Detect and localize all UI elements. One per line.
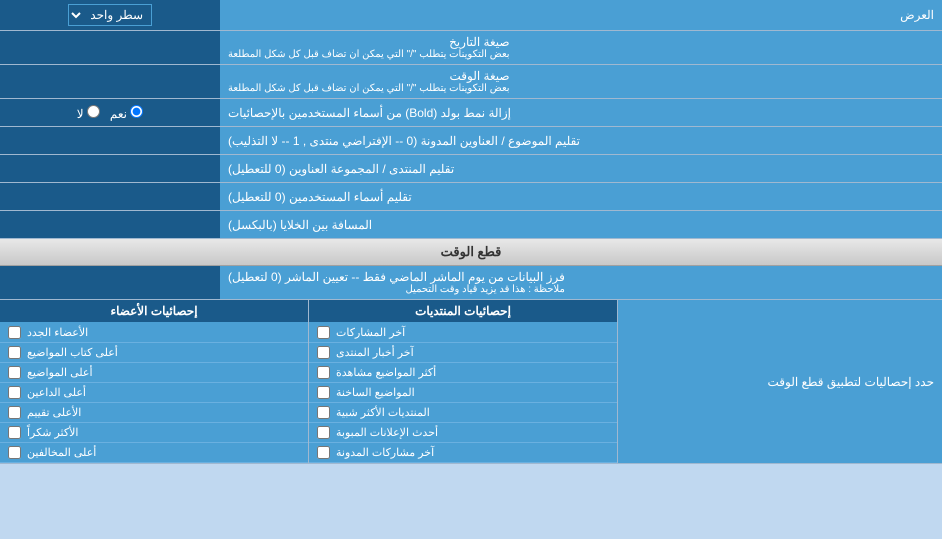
stats-checkbox-mukhalifeen[interactable] bbox=[8, 446, 21, 459]
stats-item: آخر أخبار المنتدى bbox=[309, 343, 617, 363]
date-format-label: صيغة التاريخ بعض التكوينات يتطلب "/" الت… bbox=[220, 31, 942, 64]
stats-item: أعلى المخالفين bbox=[0, 443, 308, 463]
stats-checkbox-shukran[interactable] bbox=[8, 426, 21, 439]
forum-group-trim-label: تقليم المنتدى / المجموعة العناوين (0 للت… bbox=[220, 155, 942, 182]
stats-section: حدد إحصاليات لتطبيق قطع الوقت إحصائيات ا… bbox=[0, 300, 942, 464]
time-format-row: صيغة الوقت بعض التكوينات يتطلب "/" التي … bbox=[0, 65, 942, 99]
stats-checkbox-katab[interactable] bbox=[8, 346, 21, 359]
time-format-label: صيغة الوقت بعض التكوينات يتطلب "/" التي … bbox=[220, 65, 942, 98]
stats-apply-text: حدد إحصاليات لتطبيق قطع الوقت bbox=[768, 375, 935, 389]
stats-checkbox-daain[interactable] bbox=[8, 386, 21, 399]
time-format-input-container: H:i bbox=[0, 65, 220, 98]
stats-checkbox-mawadhi-sakhna[interactable] bbox=[317, 386, 330, 399]
stats-checkbox-akhbar-muntada[interactable] bbox=[317, 346, 330, 359]
cut-time-input-container: 0 bbox=[0, 266, 220, 299]
forum-group-trim-row: تقليم المنتدى / المجموعة العناوين (0 للت… bbox=[0, 155, 942, 183]
stats-item: الأعلى تقييم bbox=[0, 403, 308, 423]
cut-time-value-label: فرز البيانات من يوم الماشر الماضي فقط --… bbox=[220, 266, 942, 299]
stats-item: أعلى كتاب المواضيع bbox=[0, 343, 308, 363]
date-format-row: صيغة التاريخ بعض التكوينات يتطلب "/" الت… bbox=[0, 31, 942, 65]
cut-time-section-header: قطع الوقت bbox=[0, 239, 942, 266]
stats-checkbox-mawadhi-aala[interactable] bbox=[8, 366, 21, 379]
forum-title-trim-input-container: 33 bbox=[0, 127, 220, 154]
stats-item: الأعضاء الجدد bbox=[0, 323, 308, 343]
stats-checkbox-muntadiaat-shabia[interactable] bbox=[317, 406, 330, 419]
forum-title-trim-input[interactable]: 33 bbox=[6, 134, 214, 148]
forum-group-trim-input-container: 33 bbox=[0, 155, 220, 182]
users-trim-input[interactable]: 0 bbox=[6, 190, 214, 204]
stats-item: المنتديات الأكثر شبية bbox=[309, 403, 617, 423]
stats-checkbox-ilanat[interactable] bbox=[317, 426, 330, 439]
header-row: العرض سطر واحد سطران ثلاثة أسطر bbox=[0, 0, 942, 31]
stats-item: أحدث الإعلانات المبوبة bbox=[309, 423, 617, 443]
stats-item: أكثر المواضيع مشاهدة bbox=[309, 363, 617, 383]
bold-remove-label: إزالة نمط بولد (Bold) من أسماء المستخدمي… bbox=[220, 99, 942, 126]
stats-item: الأكثر شكراً bbox=[0, 423, 308, 443]
stats-checkbox-udaa-jodod[interactable] bbox=[8, 326, 21, 339]
stats-checkbox-mudawwana[interactable] bbox=[317, 446, 330, 459]
stats-member-header: إحصائيات الأعضاء bbox=[0, 300, 308, 323]
stats-item: أعلى الداعين bbox=[0, 383, 308, 403]
date-format-input[interactable]: d-m bbox=[6, 41, 214, 55]
stats-checkbox-aktar-mushahada[interactable] bbox=[317, 366, 330, 379]
users-trim-label: تقليم أسماء المستخدمين (0 للتعطيل) bbox=[220, 183, 942, 210]
stats-checkbox-taqyeem[interactable] bbox=[8, 406, 21, 419]
bold-remove-input-container: نعم لا bbox=[0, 99, 220, 126]
stats-member-col: إحصائيات الأعضاء الأعضاء الجدد أعلى كتاب… bbox=[0, 300, 308, 463]
cell-spacing-input[interactable]: 2 bbox=[6, 218, 214, 232]
users-trim-input-container: 0 bbox=[0, 183, 220, 210]
bold-no-label: لا bbox=[77, 105, 100, 121]
stats-forum-items: آخر المشاركات آخر أخبار المنتدى أكثر الم… bbox=[309, 323, 617, 463]
stats-forum-col: إحصائيات المنتديات آخر المشاركات آخر أخب… bbox=[308, 300, 617, 463]
date-format-input-container: d-m bbox=[0, 31, 220, 64]
forum-group-trim-input[interactable]: 33 bbox=[6, 162, 214, 176]
stats-forum-header: إحصائيات المنتديات bbox=[309, 300, 617, 323]
main-container: العرض سطر واحد سطران ثلاثة أسطر صيغة الت… bbox=[0, 0, 942, 464]
cut-time-header-text: قطع الوقت bbox=[441, 244, 502, 259]
display-mode-select[interactable]: سطر واحد سطران ثلاثة أسطر bbox=[68, 4, 152, 26]
stats-checkbox-akhir-musharkaat[interactable] bbox=[317, 326, 330, 339]
stats-item: أعلى المواضيع bbox=[0, 363, 308, 383]
bold-no-radio[interactable] bbox=[87, 105, 100, 118]
cut-time-input[interactable]: 0 bbox=[6, 276, 214, 290]
stats-item: آخر المشاركات bbox=[309, 323, 617, 343]
users-trim-row: تقليم أسماء المستخدمين (0 للتعطيل) 0 bbox=[0, 183, 942, 211]
stats-item: آخر مشاركات المدونة bbox=[309, 443, 617, 463]
stats-member-items: الأعضاء الجدد أعلى كتاب المواضيع أعلى ال… bbox=[0, 323, 308, 463]
bold-yes-radio[interactable] bbox=[130, 105, 143, 118]
bold-yes-label: نعم bbox=[110, 105, 143, 121]
header-label: العرض bbox=[220, 4, 942, 26]
cell-spacing-input-container: 2 bbox=[0, 211, 220, 238]
forum-title-trim-label: تقليم الموضوع / العناوين المدونة (0 -- ا… bbox=[220, 127, 942, 154]
bold-radio-group: نعم لا bbox=[77, 105, 144, 121]
display-mode-container: سطر واحد سطران ثلاثة أسطر bbox=[0, 0, 220, 30]
stats-item: المواضيع الساخنة bbox=[309, 383, 617, 403]
cell-spacing-row: المسافة بين الخلايا (بالبكسل) 2 bbox=[0, 211, 942, 239]
bold-remove-row: إزالة نمط بولد (Bold) من أسماء المستخدمي… bbox=[0, 99, 942, 127]
time-format-input[interactable]: H:i bbox=[6, 75, 214, 89]
stats-apply-label: حدد إحصاليات لتطبيق قطع الوقت bbox=[617, 300, 942, 463]
forum-title-trim-row: تقليم الموضوع / العناوين المدونة (0 -- ا… bbox=[0, 127, 942, 155]
cut-time-value-row: فرز البيانات من يوم الماشر الماضي فقط --… bbox=[0, 266, 942, 300]
cell-spacing-label: المسافة بين الخلايا (بالبكسل) bbox=[220, 211, 942, 238]
header-title: العرض bbox=[900, 8, 934, 22]
